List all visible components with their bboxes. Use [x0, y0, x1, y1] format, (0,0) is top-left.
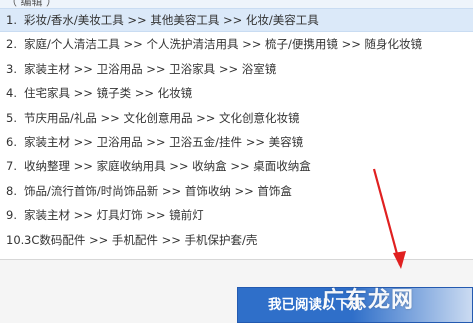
category-item[interactable]: 1. 彩妆/香水/美妆工具 >> 其他美容工具 >> 化妆/美容工具: [0, 8, 473, 33]
category-path: 家庭/个人清洁工具 >> 个人洗护清洁用具 >> 梳子/便携用镜 >> 随身化妆…: [24, 37, 422, 52]
red-arrow-icon: [372, 168, 406, 269]
category-path: 3C数码配件 >> 手机配件 >> 手机保护套/壳: [24, 232, 258, 247]
category-item[interactable]: 6. 家装主材 >> 卫浴用品 >> 卫浴五金/挂件 >> 美容镜: [0, 130, 473, 154]
category-path: 彩妆/香水/美妆工具 >> 其他美容工具 >> 化妆/美容工具: [24, 13, 319, 27]
category-number: 7.: [6, 159, 17, 174]
category-path: 饰品/流行首饰/时尚饰品新 >> 首饰收纳 >> 首饰盒: [24, 183, 292, 198]
category-path: 住宅家具 >> 镜子类 >> 化妆镜: [24, 86, 193, 101]
watermark-logo: 广东龙网: [322, 288, 415, 313]
top-strip: （ 编辑 ）: [0, 0, 473, 8]
category-path: 收纳整理 >> 家庭收纳用具 >> 收纳盒 >> 桌面收纳盒: [24, 159, 311, 174]
category-number: 4.: [6, 86, 17, 101]
category-path: 家装主材 >> 卫浴用品 >> 卫浴五金/挂件 >> 美容镜: [24, 134, 304, 149]
category-path: 家装主材 >> 卫浴用品 >> 卫浴家具 >> 浴室镜: [24, 61, 277, 76]
category-number: 3.: [6, 61, 17, 76]
category-number: 10.: [6, 232, 25, 247]
category-number: 8.: [6, 183, 17, 198]
category-item[interactable]: 5. 节庆用品/礼品 >> 文化创意用品 >> 文化创意化妆镜: [0, 106, 473, 130]
category-number: 5.: [6, 110, 17, 125]
category-path: 节庆用品/礼品 >> 文化创意用品 >> 文化创意化妆镜: [24, 110, 300, 125]
category-path: 家装主材 >> 灯具灯饰 >> 镜前灯: [24, 208, 204, 223]
category-number: 1.: [6, 13, 17, 27]
category-number: 6.: [6, 134, 17, 149]
category-number: 2.: [6, 37, 17, 52]
category-item[interactable]: 3. 家装主材 >> 卫浴用品 >> 卫浴家具 >> 浴室镜: [0, 57, 473, 81]
category-item[interactable]: 4. 住宅家具 >> 镜子类 >> 化妆镜: [0, 81, 473, 105]
category-item[interactable]: 2. 家庭/个人清洁工具 >> 个人洗护清洁用具 >> 梳子/便携用镜 >> 随身…: [0, 32, 473, 56]
top-strip-text: （ 编辑 ）: [6, 0, 57, 8]
category-number: 9.: [6, 208, 17, 223]
